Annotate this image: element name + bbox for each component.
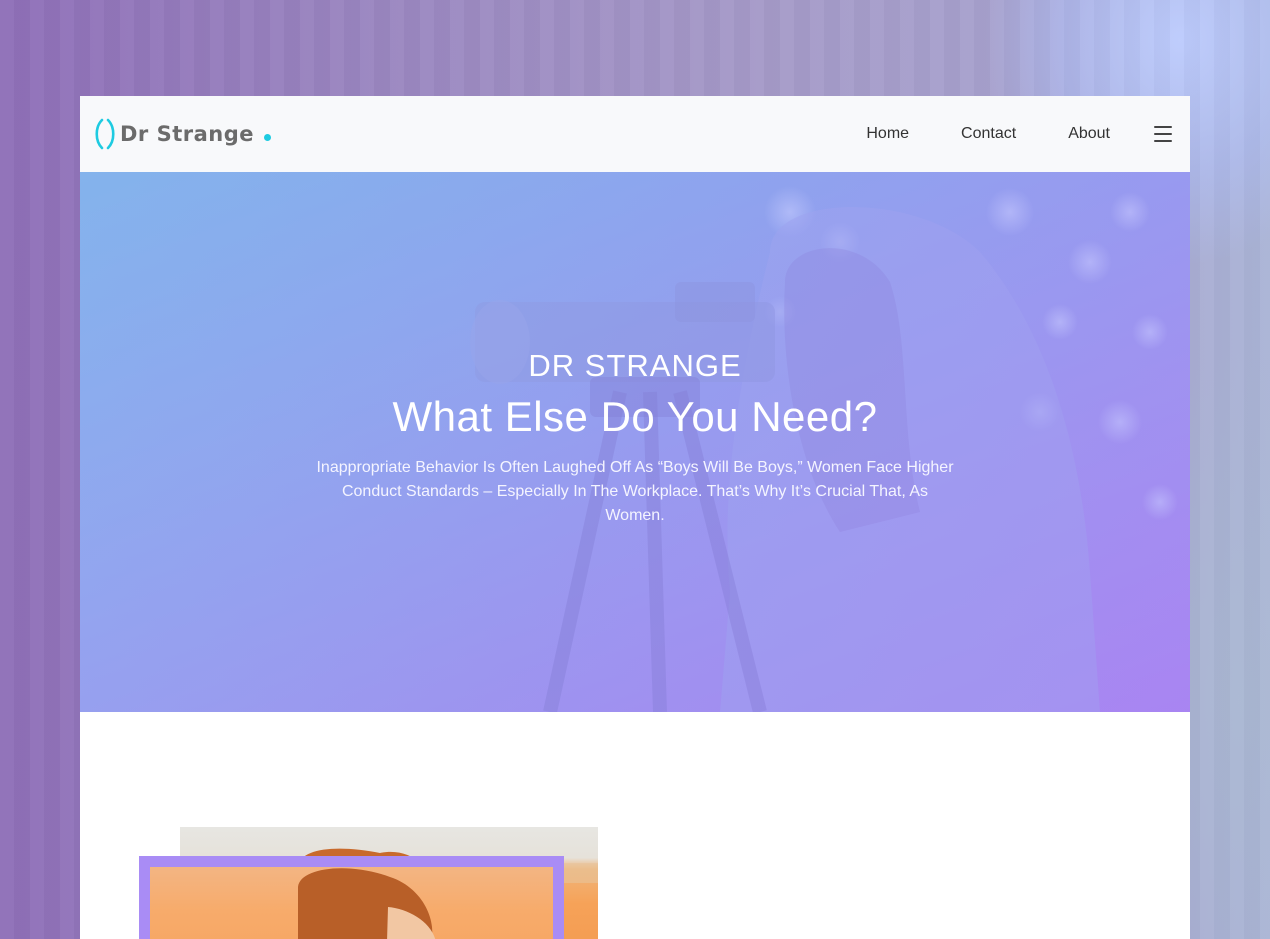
hero-banner: DR STRANGE What Else Do You Need? Inappr… — [80, 172, 1190, 712]
hamburger-menu-icon[interactable] — [1154, 126, 1172, 142]
hero-title: What Else Do You Need? — [392, 393, 878, 440]
logo-text: Dr Strange — [120, 122, 255, 146]
page-frame: Dr Strange Home Contact About DR STRANGE… — [80, 96, 1190, 939]
logo-mark-icon — [95, 118, 115, 150]
main-nav: Home Contact About — [866, 125, 1172, 143]
logo-dot — [264, 133, 272, 141]
nav-link-contact[interactable]: Contact — [961, 125, 1016, 143]
photo-accent-inset — [150, 867, 553, 939]
hero-description: Inappropriate Behavior Is Often Laughed … — [316, 459, 954, 524]
nav-link-home[interactable]: Home — [866, 125, 909, 143]
nav-link-about[interactable]: About — [1068, 125, 1110, 143]
hero-kicker: DR STRANGE — [528, 348, 742, 383]
hero-content: DR STRANGE What Else Do You Need? Inappr… — [80, 344, 1190, 528]
about-section — [80, 712, 1190, 939]
navbar: Dr Strange Home Contact About — [80, 96, 1190, 172]
logo[interactable]: Dr Strange — [94, 114, 272, 154]
